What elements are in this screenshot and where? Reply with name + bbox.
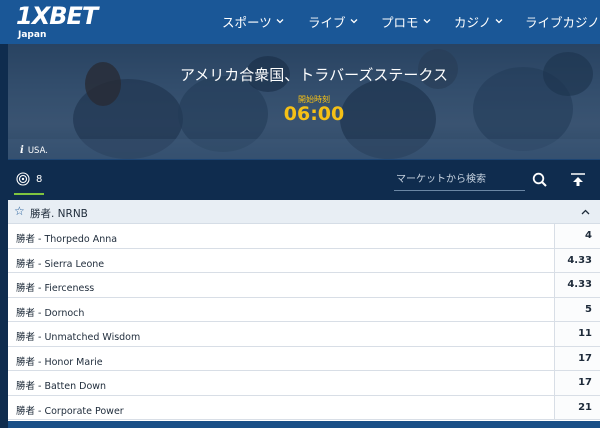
odds-button[interactable]: 21 xyxy=(554,395,600,419)
odds-button[interactable]: 17 xyxy=(554,346,600,370)
chevron-down-icon xyxy=(350,17,358,25)
odds-button[interactable]: 4 xyxy=(554,224,600,248)
markets-filter[interactable]: 8 xyxy=(16,172,42,186)
info-icon: i xyxy=(20,145,24,156)
nav-item-label: ライブカジノ xyxy=(525,14,600,30)
nav-item-live[interactable]: ライブ xyxy=(308,11,381,31)
event-country[interactable]: i USA. xyxy=(20,145,48,156)
list-item: 勝者 - Batten Down 17 xyxy=(8,371,600,396)
list-item: 勝者 - Sierra Leone 4.33 xyxy=(8,248,600,273)
selection-name: 勝者 - Unmatched Wisdom xyxy=(16,332,141,343)
chevron-up-icon[interactable] xyxy=(581,208,590,217)
chevron-down-icon xyxy=(276,17,284,25)
nav-item-label: カジノ xyxy=(454,14,492,30)
chevron-down-icon xyxy=(495,17,503,25)
selection-name: 勝者 - Sierra Leone xyxy=(16,258,105,270)
logo-text: 1XBET xyxy=(16,2,98,30)
market-search-input[interactable] xyxy=(394,169,525,191)
page: 1XBET Japan スポーツ ライブ プロモ カジノ ライブカジノ アメリカ… xyxy=(0,0,600,428)
favorite-star-icon[interactable]: ☆ xyxy=(14,204,25,218)
odds-button[interactable]: 4.33 xyxy=(554,273,600,297)
search-icon xyxy=(532,172,547,187)
nav-item-live-casino[interactable]: ライブカジノ xyxy=(525,11,600,31)
next-market-header xyxy=(8,421,600,428)
odds-button[interactable]: 4.33 xyxy=(554,248,600,272)
list-item: 勝者 - Thorpedo Anna 4 xyxy=(8,224,600,249)
collapse-up-icon xyxy=(571,173,585,186)
region-label: Japan xyxy=(18,30,47,40)
market-panel: ☆ 勝者. NRNB 勝者 - Thorpedo Anna 4 勝者 - Sie… xyxy=(8,200,600,428)
market-header[interactable]: ☆ 勝者. NRNB xyxy=(8,200,600,224)
market-toolbar: 8 xyxy=(8,159,600,198)
selection-name: 勝者 - Fierceness xyxy=(16,283,95,294)
event-banner: アメリカ合衆国、トラバーズステークス 開始時刻 06:00 i USA. xyxy=(8,44,600,159)
nav-item-sports[interactable]: スポーツ xyxy=(222,11,308,31)
selection-name: 勝者 - Corporate Power xyxy=(16,405,124,417)
nav-item-promo[interactable]: プロモ xyxy=(381,11,454,31)
odds-list: 勝者 - Thorpedo Anna 4 勝者 - Sierra Leone 4… xyxy=(8,224,600,420)
nav-item-label: スポーツ xyxy=(222,14,272,30)
search-button[interactable] xyxy=(531,171,549,189)
list-item: 勝者 - Honor Marie 17 xyxy=(8,346,600,371)
list-item: 勝者 - Unmatched Wisdom 11 xyxy=(8,322,600,347)
active-tab-indicator xyxy=(14,193,44,195)
logo[interactable]: 1XBET Japan xyxy=(16,2,98,40)
nav-item-label: ライブ xyxy=(308,14,346,30)
odds-button[interactable]: 11 xyxy=(554,322,600,346)
collapse-all-button[interactable] xyxy=(568,170,588,190)
target-icon xyxy=(16,172,30,186)
nav-item-label: プロモ xyxy=(381,14,419,30)
list-item: 勝者 - Corporate Power 21 xyxy=(8,395,600,420)
top-nav: 1XBET Japan スポーツ ライブ プロモ カジノ ライブカジノ xyxy=(0,0,600,44)
start-time: 06:00 xyxy=(283,103,345,125)
chevron-down-icon xyxy=(423,17,431,25)
country-label: USA. xyxy=(27,145,48,156)
market-title: 勝者. NRNB xyxy=(30,208,88,220)
odds-button[interactable]: 5 xyxy=(554,297,600,321)
selection-name: 勝者 - Honor Marie xyxy=(16,356,103,368)
nav-item-casino[interactable]: カジノ xyxy=(454,11,525,31)
selection-name: 勝者 - Batten Down xyxy=(16,381,107,392)
event-title: アメリカ合衆国、トラバーズステークス xyxy=(180,66,448,84)
list-item: 勝者 - Fierceness 4.33 xyxy=(8,273,600,298)
selection-name: 勝者 - Thorpedo Anna xyxy=(16,234,118,245)
markets-count: 8 xyxy=(36,173,43,185)
odds-button[interactable]: 17 xyxy=(554,371,600,395)
main-menu: スポーツ ライブ プロモ カジノ ライブカジノ xyxy=(222,11,600,31)
list-item: 勝者 - Dornoch 5 xyxy=(8,297,600,322)
selection-name: 勝者 - Dornoch xyxy=(16,307,85,319)
